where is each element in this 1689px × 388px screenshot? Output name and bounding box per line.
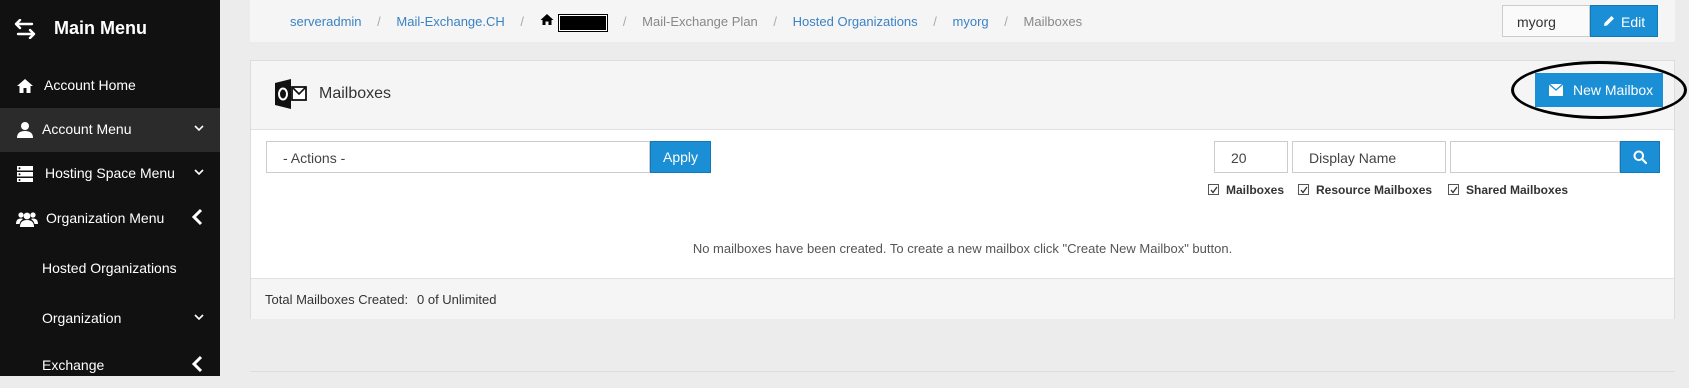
breadcrumb-separator: /	[377, 14, 381, 30]
sidebar-item-label: Organization	[42, 310, 122, 326]
sidebar-header: Main Menu	[0, 0, 220, 60]
checkbox-checked-icon[interactable]	[1448, 184, 1459, 195]
edit-button[interactable]: Edit	[1590, 5, 1658, 37]
org-name-value: myorg	[1517, 14, 1556, 30]
filter-label: Resource Mailboxes	[1316, 183, 1433, 197]
filter-label: Mailboxes	[1226, 183, 1285, 197]
breadcrumb-separator: /	[933, 14, 937, 30]
panel-title: Mailboxes	[319, 85, 392, 102]
panel-header: Mailboxes New Mailbox	[251, 61, 1687, 130]
redacted-space-name	[558, 13, 609, 32]
breadcrumb-item-serveradmin[interactable]: serveradmin	[290, 14, 362, 29]
breadcrumb-bar: serveradmin / Mail-Exchange.CH / / Mail-…	[250, 0, 1675, 42]
search-input[interactable]	[1450, 141, 1620, 173]
breadcrumb-item-myorg[interactable]: myorg	[953, 14, 989, 29]
edit-button-label: Edit	[1621, 14, 1646, 30]
sidebar-title: Main Menu	[54, 18, 147, 38]
pencil-icon	[1604, 16, 1614, 26]
breadcrumb-item-space[interactable]	[540, 13, 609, 32]
search-column-select[interactable]: Display Name	[1292, 141, 1446, 173]
chevron-left-icon	[191, 355, 203, 373]
page-size-value: 20	[1231, 150, 1247, 166]
actions-select[interactable]: - Actions -	[266, 141, 650, 173]
sidebar-item-label: Exchange	[42, 357, 105, 373]
users-icon	[16, 212, 38, 227]
search-column-value: Display Name	[1309, 150, 1397, 166]
sidebar-item-exchange[interactable]: Exchange	[0, 344, 220, 388]
total-mailboxes-label: Total Mailboxes Created:	[265, 292, 409, 307]
chevron-down-icon	[194, 125, 204, 132]
breadcrumb-separator: /	[1004, 14, 1008, 30]
server-icon	[17, 166, 33, 182]
breadcrumb-separator: /	[520, 14, 525, 30]
checkbox-checked-icon[interactable]	[1208, 184, 1219, 195]
breadcrumb-item-plan: Mail-Exchange Plan	[642, 14, 758, 30]
page-size-select[interactable]: 20	[1214, 141, 1288, 173]
home-icon	[540, 14, 554, 25]
total-mailboxes-value: 0 of Unlimited	[417, 292, 497, 307]
new-mailbox-button[interactable]: New Mailbox	[1535, 73, 1663, 107]
chevron-left-icon	[191, 208, 203, 226]
sidebar-item-organization-menu[interactable]: Organization Menu	[0, 197, 220, 241]
breadcrumb-separator: /	[622, 14, 627, 30]
filter-label: Shared Mailboxes	[1466, 183, 1569, 197]
breadcrumb-item-hosted-organizations[interactable]: Hosted Organizations	[793, 14, 918, 29]
new-mailbox-button-label: New Mailbox	[1573, 82, 1654, 98]
envelope-icon	[1549, 84, 1563, 96]
panel-footer: Total Mailboxes Created: 0 of Unlimited	[251, 278, 1674, 319]
chevron-down-icon	[194, 169, 204, 176]
outlook-icon	[275, 79, 307, 109]
sidebar-item-account-menu[interactable]: Account Menu	[0, 108, 220, 152]
org-name-field[interactable]: myorg	[1502, 5, 1590, 37]
sidebar-item-organization[interactable]: Organization	[0, 297, 220, 341]
breadcrumb-item-mail-exchange-ch[interactable]: Mail-Exchange.CH	[396, 14, 504, 29]
sidebar: Main Menu Account Home Account Menu Host…	[0, 0, 220, 376]
sidebar-item-account-home[interactable]: Account Home	[0, 64, 220, 108]
empty-state-message: No mailboxes have been created. To creat…	[692, 241, 1233, 256]
sidebar-item-label: Organization Menu	[46, 210, 165, 226]
breadcrumb-item-mailboxes: Mailboxes	[1023, 14, 1083, 30]
apply-button[interactable]: Apply	[650, 141, 711, 173]
sidebar-item-label: Hosting Space Menu	[45, 165, 175, 181]
chevron-down-icon	[194, 314, 204, 321]
sidebar-item-label: Hosted Organizations	[42, 260, 177, 276]
sidebar-item-hosted-organizations[interactable]: Hosted Organizations	[0, 247, 220, 291]
sidebar-item-label: Account Home	[44, 77, 136, 93]
actions-select-value: - Actions -	[283, 150, 346, 166]
search-button[interactable]	[1620, 141, 1660, 173]
search-icon	[1633, 150, 1647, 164]
checkbox-checked-icon[interactable]	[1298, 184, 1309, 195]
divider	[250, 371, 1675, 372]
mailboxes-panel: Mailboxes New Mailbox - Actions - Apply …	[250, 60, 1687, 319]
breadcrumb-separator: /	[773, 14, 778, 30]
home-icon	[17, 79, 33, 93]
apply-button-label: Apply	[663, 149, 699, 165]
user-icon	[17, 122, 33, 138]
sidebar-item-hosting-space-menu[interactable]: Hosting Space Menu	[0, 152, 220, 196]
breadcrumb: serveradmin / Mail-Exchange.CH / / Mail-…	[290, 13, 1083, 32]
sidebar-item-label: Account Menu	[42, 121, 132, 137]
menu-toggle-icon[interactable]	[14, 19, 36, 39]
